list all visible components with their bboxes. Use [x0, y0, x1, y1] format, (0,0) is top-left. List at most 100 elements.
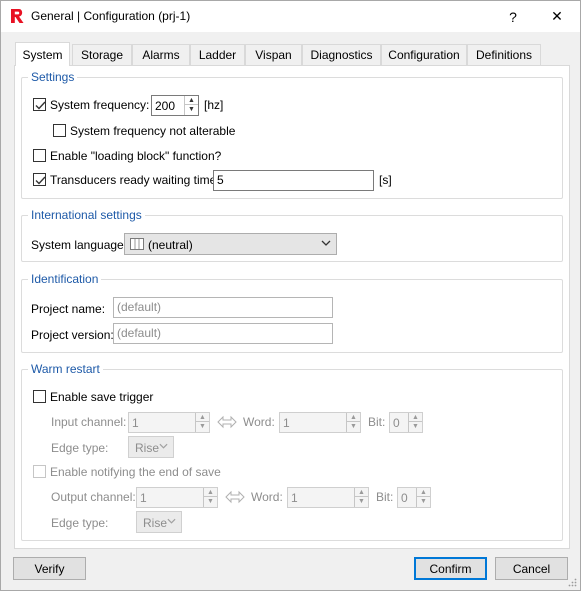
word2-label: Word:: [251, 490, 283, 504]
output-channel-label: Output channel:: [51, 490, 136, 504]
transducers-unit: [s]: [379, 173, 392, 187]
verify-button[interactable]: Verify: [13, 557, 86, 580]
tab-definitions[interactable]: Definitions: [467, 44, 541, 65]
spin-up-icon[interactable]: ▲: [347, 413, 360, 422]
edge-type2-select[interactable]: Rise: [136, 511, 182, 533]
word2-value: 1: [291, 491, 298, 505]
tab-vispan[interactable]: Vispan: [245, 44, 302, 65]
enable-save-trigger-label: Enable save trigger: [50, 390, 154, 404]
transducers-label: Transducers ready waiting time:: [50, 173, 220, 187]
word2-stepper[interactable]: 1 ▲ ▼: [287, 487, 369, 508]
project-version-label: Project version:: [31, 328, 114, 342]
enable-save-trigger-checkbox[interactable]: [33, 390, 46, 403]
configuration-dialog: General | Configuration (prj-1) ? ✕ Syst…: [0, 0, 581, 591]
word-label: Word:: [243, 415, 275, 429]
spin-up-icon[interactable]: ▲: [196, 413, 209, 422]
loading-block-label: Enable "loading block" function?: [50, 149, 222, 163]
spin-down-icon[interactable]: ▼: [355, 497, 368, 506]
resize-grip-icon[interactable]: [567, 577, 577, 587]
project-name-input[interactable]: (default): [113, 297, 333, 318]
confirm-button[interactable]: Confirm: [414, 557, 487, 580]
project-version-input[interactable]: (default): [113, 323, 333, 344]
bit-value: 0: [393, 416, 400, 430]
spin-down-icon[interactable]: ▼: [185, 105, 198, 114]
output-channel-stepper[interactable]: 1 ▲ ▼: [136, 487, 218, 508]
link-arrows-icon: [217, 415, 237, 429]
checkmark-icon: [35, 176, 46, 185]
identification-group-title: Identification: [28, 272, 102, 286]
stepper-buttons: ▲ ▼: [184, 96, 198, 115]
system-language-label: System language:: [31, 238, 128, 252]
transducers-time-input[interactable]: 5: [213, 170, 374, 191]
spin-down-icon[interactable]: ▼: [347, 422, 360, 431]
stepper-buttons: ▲ ▼: [408, 413, 422, 432]
tab-diagnostics[interactable]: Diagnostics: [302, 44, 381, 65]
spin-down-icon[interactable]: ▼: [196, 422, 209, 431]
warm-restart-group-title: Warm restart: [28, 362, 103, 376]
help-button[interactable]: ?: [490, 1, 536, 32]
spin-up-icon[interactable]: ▲: [417, 488, 430, 497]
identification-group: Identification Project name: (default) P…: [21, 272, 563, 353]
settings-group-title: Settings: [28, 70, 78, 84]
input-channel-value: 1: [132, 416, 139, 430]
bit2-value: 0: [401, 491, 408, 505]
stepper-buttons: ▲ ▼: [203, 488, 217, 507]
bit-label: Bit:: [368, 415, 386, 429]
edge-type2-value: Rise: [143, 516, 168, 530]
settings-group: Settings System frequency: 200 ▲ ▼ [hz] …: [21, 70, 563, 199]
loading-block-checkbox[interactable]: [33, 149, 46, 162]
tab-system[interactable]: System: [15, 42, 70, 66]
system-frequency-unit: [hz]: [204, 98, 224, 112]
close-icon: ✕: [551, 8, 563, 24]
stepper-buttons: ▲ ▼: [416, 488, 430, 507]
system-language-value: (neutral): [148, 238, 193, 252]
spin-up-icon[interactable]: ▲: [204, 488, 217, 497]
spin-down-icon[interactable]: ▼: [204, 497, 217, 506]
spin-up-icon[interactable]: ▲: [185, 96, 198, 105]
checkmark-icon: [35, 101, 46, 110]
edge-type-value: Rise: [135, 441, 160, 455]
enable-notify-label: Enable notifying the end of save: [50, 465, 221, 479]
window-title: General | Configuration (prj-1): [31, 9, 191, 23]
stepper-buttons: ▲ ▼: [346, 413, 360, 432]
transducers-checkbox[interactable]: [33, 173, 46, 186]
bit2-stepper[interactable]: 0 ▲ ▼: [397, 487, 431, 508]
stepper-buttons: ▲ ▼: [195, 413, 209, 432]
system-frequency-checkbox[interactable]: [33, 98, 46, 111]
word-value: 1: [283, 416, 290, 430]
tab-ladder[interactable]: Ladder: [190, 44, 245, 65]
frequency-not-alterable-label: System frequency not alterable: [70, 124, 236, 138]
language-flag-icon: [130, 238, 144, 250]
spin-up-icon[interactable]: ▲: [409, 413, 422, 422]
input-channel-stepper[interactable]: 1 ▲ ▼: [128, 412, 210, 433]
frequency-not-alterable-checkbox[interactable]: [53, 124, 66, 137]
system-tab-panel: Settings System frequency: 200 ▲ ▼ [hz] …: [14, 65, 570, 549]
spin-down-icon[interactable]: ▼: [417, 497, 430, 506]
edge-type-label: Edge type:: [51, 441, 109, 455]
enable-notify-checkbox[interactable]: [33, 465, 46, 478]
system-language-select[interactable]: (neutral): [124, 233, 337, 255]
warm-restart-group: Warm restart Enable save trigger Input c…: [21, 362, 563, 541]
system-frequency-label: System frequency:: [50, 98, 150, 112]
tab-configuration[interactable]: Configuration: [381, 44, 467, 65]
tab-storage[interactable]: Storage: [72, 44, 132, 65]
system-frequency-value: 200: [155, 99, 176, 113]
stepper-buttons: ▲ ▼: [354, 488, 368, 507]
cancel-button[interactable]: Cancel: [495, 557, 568, 580]
input-channel-label: Input channel:: [51, 415, 127, 429]
tab-alarms[interactable]: Alarms: [132, 44, 190, 65]
bit-stepper[interactable]: 0 ▲ ▼: [389, 412, 423, 433]
chevron-down-icon: [321, 240, 331, 246]
word-stepper[interactable]: 1 ▲ ▼: [279, 412, 361, 433]
edge-type-select[interactable]: Rise: [128, 436, 174, 458]
bit2-label: Bit:: [376, 490, 394, 504]
link-arrows-icon: [225, 490, 245, 504]
international-group-title: International settings: [28, 208, 145, 222]
close-button[interactable]: ✕: [534, 1, 580, 32]
help-icon: ?: [509, 8, 517, 25]
spin-down-icon[interactable]: ▼: [409, 422, 422, 431]
output-channel-value: 1: [140, 491, 147, 505]
project-name-label: Project name:: [31, 302, 106, 316]
spin-up-icon[interactable]: ▲: [355, 488, 368, 497]
system-frequency-stepper[interactable]: 200 ▲ ▼: [151, 95, 199, 116]
